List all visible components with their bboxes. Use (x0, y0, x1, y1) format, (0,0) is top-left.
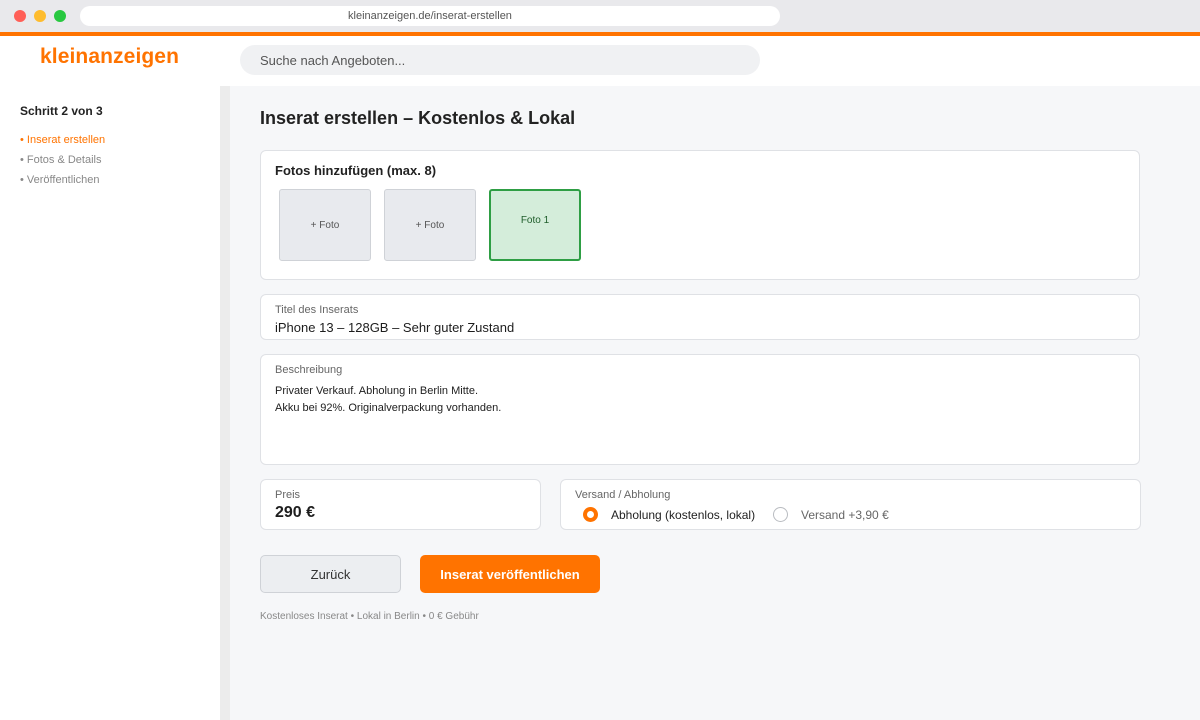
add-photo-slot[interactable]: + Foto (279, 189, 371, 261)
sidebar-divider (220, 86, 230, 720)
listing-footnote: Kostenloses Inserat • Lokal in Berlin • … (260, 611, 479, 622)
back-button[interactable]: Zurück (260, 555, 401, 593)
title-field-label: Titel des Inserats (275, 304, 359, 316)
description-label: Beschreibung (275, 364, 343, 376)
site-logo[interactable]: kleinanzeigen (40, 45, 179, 69)
price-label: Preis (275, 489, 301, 501)
step-indicator: Schritt 2 von 3 (20, 104, 103, 118)
steps-sidebar: Schritt 2 von 3 • Inserat erstellen • Fo… (0, 86, 220, 720)
step-item-fotos-details[interactable]: • Fotos & Details (20, 150, 105, 170)
pickup-radio[interactable] (583, 507, 598, 522)
search-input[interactable] (240, 45, 760, 75)
browser-chrome: kleinanzeigen.de/inserat-erstellen (0, 0, 1200, 32)
step-list: • Inserat erstellen • Fotos & Details • … (20, 130, 105, 190)
shipping-radio[interactable] (773, 507, 788, 522)
photos-title: Fotos hinzufügen (max. 8) (275, 163, 437, 178)
price-card: Preis (260, 479, 541, 530)
title-input[interactable] (275, 320, 1125, 335)
price-input[interactable] (275, 504, 525, 522)
address-bar[interactable]: kleinanzeigen.de/inserat-erstellen (80, 6, 780, 26)
maximize-window-dot[interactable] (54, 10, 66, 22)
site-header: kleinanzeigen (0, 36, 1200, 86)
minimize-window-dot[interactable] (34, 10, 46, 22)
add-photo-slot[interactable]: + Foto (384, 189, 476, 261)
title-field-card: Titel des Inserats (260, 294, 1140, 340)
step-item-inserat-erstellen[interactable]: • Inserat erstellen (20, 130, 105, 150)
photos-card: Fotos hinzufügen (max. 8) + Foto + Foto … (260, 150, 1140, 280)
pickup-radio-label[interactable]: Abholung (kostenlos, lokal) (611, 508, 755, 522)
shipping-label: Versand / Abholung (575, 489, 671, 501)
description-card: Beschreibung Privater Verkauf. Abholung … (260, 354, 1140, 465)
close-window-dot[interactable] (14, 10, 26, 22)
main-content: Inserat erstellen – Kostenlos & Lokal Fo… (230, 86, 1200, 720)
step-item-veroeffentlichen[interactable]: • Veröffentlichen (20, 170, 105, 190)
page-title: Inserat erstellen – Kostenlos & Lokal (260, 108, 576, 128)
shipping-radio-label[interactable]: Versand +3,90 € (801, 508, 889, 522)
publish-button[interactable]: Inserat veröffentlichen (420, 555, 600, 593)
description-textarea[interactable]: Privater Verkauf. Abholung in Berlin Mit… (275, 383, 1125, 453)
shipping-card: Versand / Abholung Abholung (kostenlos, … (560, 479, 1141, 530)
uploaded-photo-thumbnail[interactable]: Foto 1 (489, 189, 581, 261)
